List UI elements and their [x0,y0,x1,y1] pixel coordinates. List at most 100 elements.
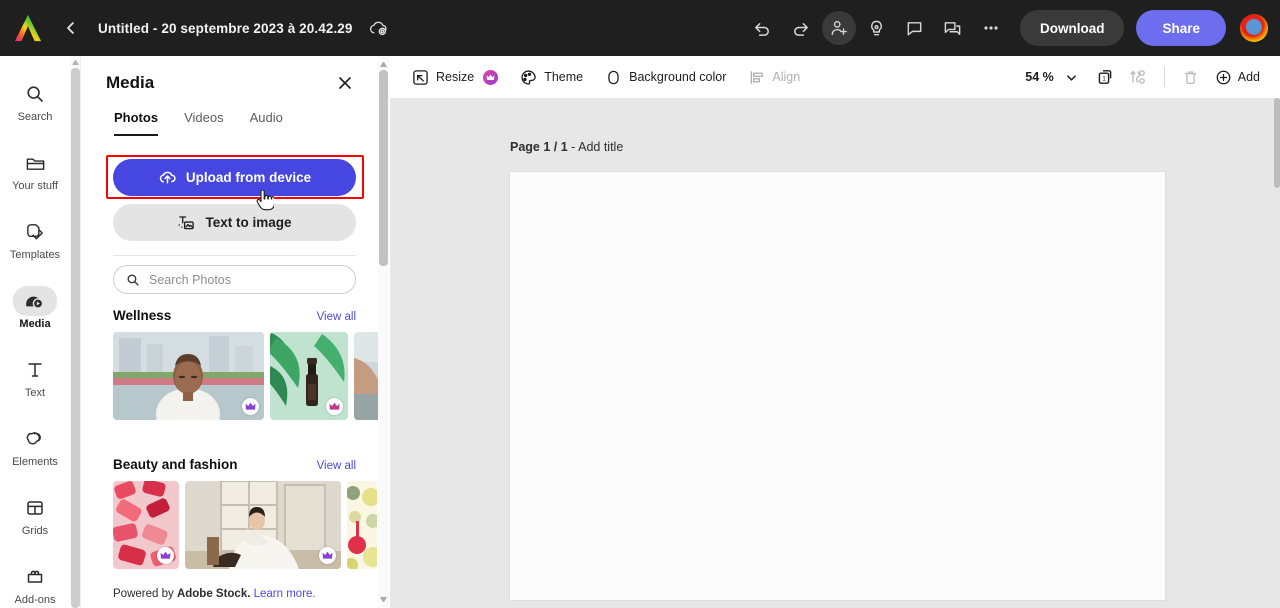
sidebar-label: Elements [12,455,58,468]
sidebar-label: Search [17,110,53,123]
download-button[interactable]: Download [1019,10,1125,46]
scroll-up-arrow-icon[interactable] [72,58,79,65]
scrollbar-thumb[interactable] [379,70,388,266]
panel-title: Media [106,73,155,92]
lightbulb-icon[interactable] [860,11,894,45]
templates-icon [13,217,57,247]
upload-from-device-button[interactable]: Upload from device [113,159,356,196]
palette-icon [520,69,537,86]
adobe-express-editor: Untitled - 20 septembre 2023 à 20.42.29 [0,0,1280,608]
sidebar-label: Grids [21,524,49,537]
media-tabs: Photos Videos Audio [82,96,378,136]
svg-text:1: 1 [1102,76,1106,82]
invite-user-icon[interactable] [821,11,856,45]
adobe-express-logo[interactable] [0,0,56,56]
sidebar-item-templates[interactable]: Templates [0,204,70,273]
scroll-up-arrow-icon[interactable] [380,60,387,67]
tab-photos[interactable]: Photos [114,110,159,136]
media-icon [13,285,57,316]
text-to-image-button[interactable]: Text to image [113,204,356,241]
resize-label: Resize [436,70,475,84]
grids-icon [13,493,57,523]
media-search-box[interactable] [113,265,356,294]
premium-crown-icon [157,547,174,564]
page-title-placeholder[interactable]: - Add title [571,140,623,154]
sidebar-label: Text [24,386,46,399]
section-title: Beauty and fashion [113,457,238,472]
theme-button[interactable]: Theme [520,62,583,92]
page-stack-icon[interactable]: 1 [1090,62,1120,92]
sidebar-item-elements[interactable]: Elements [0,411,70,480]
premium-crown-icon [326,398,343,415]
learn-more-link[interactable]: Learn more. [250,588,316,600]
redo-icon[interactable] [784,11,818,45]
thumbnail-wellness-third-cropped[interactable] [354,332,378,420]
scroll-down-arrow-icon[interactable] [380,597,387,604]
background-color-icon [605,69,622,86]
section-title: Wellness [113,308,172,323]
document-title[interactable]: Untitled - 20 septembre 2023 à 20.42.29 [98,21,353,36]
sidebar-item-add-ons[interactable]: Add-ons [0,549,70,608]
top-bar: Untitled - 20 septembre 2023 à 20.42.29 [0,0,1280,56]
user-avatar[interactable] [1240,14,1268,42]
upload-cloud-icon [158,169,177,186]
scrollbar-thumb[interactable] [71,68,80,608]
background-color-label: Background color [629,70,727,84]
chevron-down-icon[interactable] [1057,62,1087,92]
tab-audio[interactable]: Audio [250,110,283,136]
sidebar-item-your-stuff[interactable]: Your stuff [0,135,70,204]
search-input[interactable] [149,272,339,287]
sidebar-item-media[interactable]: Media [0,273,70,342]
more-options-icon[interactable] [974,11,1008,45]
sidebar-item-search[interactable]: Search [0,66,70,135]
sidebar-label: Media [19,317,51,330]
sidebar-item-grids[interactable]: Grids [0,480,70,549]
sidebar-label: Add-ons [14,593,56,606]
view-all-link[interactable]: View all [317,460,356,472]
back-button[interactable] [58,15,84,41]
resize-button[interactable]: Resize [412,62,499,92]
premium-crown-icon [483,69,499,85]
plus-circle-icon [1215,69,1232,86]
top-bar-actions: Download Share [746,10,1280,46]
thumbnail-woman-in-white-gown[interactable] [185,481,341,569]
section-header: Wellness View all [113,308,356,323]
add-label: Add [1237,70,1260,84]
left-sidebar: Search Your stuff Templates Media Text E… [0,56,70,608]
tab-videos[interactable]: Videos [184,110,224,136]
editor-area: Resize Theme Background color Align 54 %… [390,56,1280,608]
sidebar-label: Your stuff [12,179,58,192]
share-button[interactable]: Share [1136,10,1226,46]
folder-icon [13,148,57,178]
zoom-level[interactable]: 54 % [1025,70,1054,84]
thumbnail-serum-dropper-with-palm-leaves[interactable] [270,332,348,420]
theme-label: Theme [544,70,584,84]
adobe-stock-brand: Adobe Stock. [176,588,251,600]
media-panel-scrollbar[interactable] [378,56,389,608]
text-to-image-label: Text to image [205,215,292,230]
canvas-page[interactable] [510,172,1165,600]
thumbnail-red-pink-lipsticks[interactable] [113,481,179,569]
thumbnail-row [113,332,378,420]
powered-by-footer: Powered by Adobe Stock. Learn more. [113,588,316,600]
close-icon[interactable] [332,70,358,96]
text-to-image-icon [177,214,196,231]
section-header: Beauty and fashion View all [113,457,356,472]
premium-crown-icon [319,547,336,564]
align-button: Align [748,62,800,92]
canvas-scrollbar-thumb[interactable] [1274,98,1280,188]
panel-divider [113,255,356,256]
cloud-sync-icon[interactable] [367,16,391,40]
chat-icon[interactable] [936,11,970,45]
text-icon [13,355,57,385]
sidebar-item-text[interactable]: Text [0,342,70,411]
comment-icon[interactable] [898,11,932,45]
view-all-link[interactable]: View all [317,311,356,323]
page-label[interactable]: Page 1 / 1 - Add title [510,140,623,154]
add-button[interactable]: Add [1209,62,1266,92]
thumbnail-woman-meditating-by-lake[interactable] [113,332,264,420]
background-color-button[interactable]: Background color [605,62,726,92]
undo-icon[interactable] [746,11,780,45]
sidebar-scrollbar[interactable] [70,56,81,608]
thumbnail-colorful-macarons-cropped[interactable] [347,481,377,569]
